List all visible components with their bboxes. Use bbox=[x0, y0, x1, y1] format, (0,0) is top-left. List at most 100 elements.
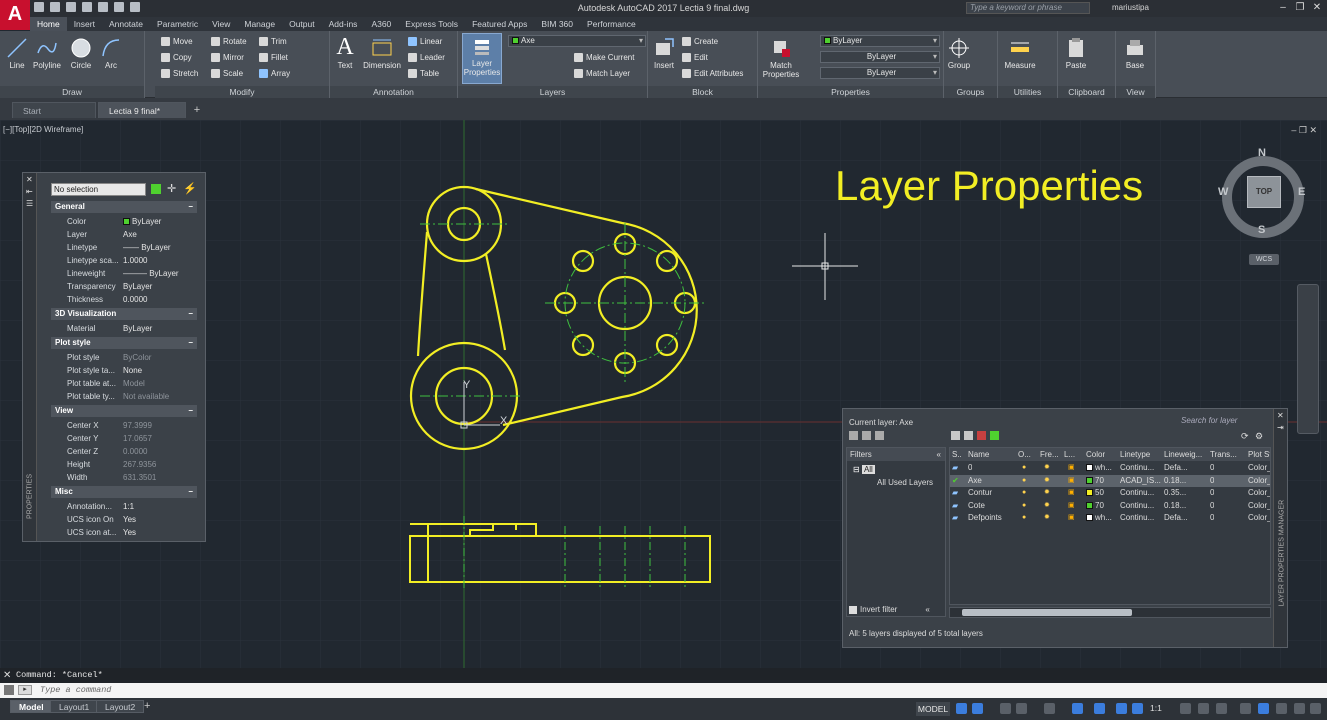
text-tool[interactable]: A Text bbox=[332, 35, 358, 70]
layer-search-input[interactable]: Search for layer bbox=[1181, 415, 1269, 427]
paste-tool[interactable]: Paste bbox=[1062, 37, 1090, 70]
layer-combo[interactable]: Axe bbox=[508, 35, 646, 47]
tab-a360[interactable]: A360 bbox=[364, 17, 398, 31]
layer-thaw-icon[interactable]: ✹ bbox=[1044, 500, 1050, 513]
utilities-panel-title[interactable]: Utilities bbox=[998, 86, 1057, 98]
table-tool[interactable]: Table bbox=[408, 68, 439, 80]
layer-unlock-icon[interactable]: ▣ bbox=[1068, 500, 1075, 513]
column-header[interactable]: S.. bbox=[952, 448, 962, 461]
clipboard-panel-title[interactable]: Clipboard bbox=[1058, 86, 1115, 98]
layer-on-icon[interactable]: ● bbox=[1022, 500, 1026, 513]
drawing-canvas[interactable]: Y X [−][Top][2D Wireframe] – ❐ ✕ Layer P… bbox=[0, 120, 1327, 668]
polar-icon[interactable] bbox=[1016, 703, 1027, 714]
palette-autohide-icon[interactable]: ⇤ bbox=[26, 187, 33, 196]
column-header[interactable]: Plot St bbox=[1248, 448, 1270, 461]
properties-panel-title[interactable]: Properties bbox=[758, 86, 943, 98]
layer-color[interactable]: wh... bbox=[1086, 512, 1112, 525]
tab-parametric[interactable]: Parametric bbox=[150, 17, 205, 31]
groups-panel-title[interactable]: Groups bbox=[944, 86, 997, 98]
minimize-icon[interactable]: – bbox=[1277, 2, 1289, 14]
object-snap-tracking-icon[interactable] bbox=[1072, 703, 1083, 714]
arc-tool[interactable]: Arc bbox=[98, 37, 124, 70]
property-row[interactable]: Height 267.9356 bbox=[51, 458, 197, 471]
column-header[interactable]: Color bbox=[1086, 448, 1105, 461]
column-header[interactable]: Lineweig... bbox=[1164, 448, 1202, 461]
linear-tool[interactable]: Linear bbox=[408, 36, 442, 48]
settings-icon[interactable]: ⚙ bbox=[1255, 431, 1263, 442]
viewport-controls-label[interactable]: [−][Top][2D Wireframe] bbox=[3, 125, 83, 134]
scrollbar-thumb[interactable] bbox=[962, 609, 1132, 616]
property-row[interactable]: Annotation... 1:1 bbox=[51, 500, 197, 513]
layer-row[interactable]: ▰ ● ✹ ▣ 0 wh... Continu... Defa... 0 Color_ bbox=[950, 462, 1270, 475]
measure-tool[interactable]: Measure bbox=[1002, 37, 1038, 70]
new-tab-icon[interactable]: + bbox=[190, 104, 204, 116]
leader-tool[interactable]: Leader bbox=[408, 52, 445, 64]
tab-manage[interactable]: Manage bbox=[237, 17, 282, 31]
circle-tool[interactable]: Circle bbox=[66, 37, 96, 70]
annotation-visibility-icon[interactable] bbox=[1116, 703, 1127, 714]
move-tool[interactable]: Move bbox=[161, 36, 193, 48]
close-icon[interactable]: ✕ bbox=[1311, 2, 1323, 14]
auto-scale-icon[interactable] bbox=[1132, 703, 1143, 714]
annotation-scale[interactable]: 1:1 bbox=[1150, 703, 1162, 713]
layer-on-icon[interactable]: ● bbox=[1022, 475, 1026, 488]
property-row[interactable]: Linetype —— ByLayer bbox=[51, 241, 197, 254]
undo-icon[interactable] bbox=[114, 2, 124, 12]
model-space-button[interactable]: MODEL bbox=[916, 702, 950, 716]
draw-panel-title[interactable]: Draw bbox=[0, 86, 144, 98]
layer-name[interactable]: Axe bbox=[968, 475, 982, 488]
layer-row[interactable]: ▰ ● ✹ ▣ Cote 70 Continu... 0.18... 0 Color_ bbox=[950, 500, 1270, 513]
match-properties-tool[interactable]: Match Properties bbox=[760, 37, 802, 79]
palette-close-icon[interactable]: ✕ bbox=[26, 175, 33, 184]
layer-trans[interactable]: 0 bbox=[1210, 462, 1214, 475]
tab-insert[interactable]: Insert bbox=[67, 17, 102, 31]
lineweight-combo[interactable]: ByLayer bbox=[820, 67, 940, 79]
layer-unlock-icon[interactable]: ▣ bbox=[1068, 487, 1075, 500]
navigation-bar[interactable] bbox=[1297, 284, 1319, 434]
layers-panel-title[interactable]: Layers bbox=[458, 86, 647, 98]
layer-trans[interactable]: 0 bbox=[1210, 512, 1214, 525]
delete-layer-icon[interactable] bbox=[977, 431, 986, 440]
layer-color[interactable]: wh... bbox=[1086, 462, 1112, 475]
help-search-input[interactable]: Type a keyword or phrase bbox=[966, 2, 1090, 14]
layer-plot[interactable]: Color_ bbox=[1248, 500, 1270, 513]
property-row[interactable]: Center Z 0.0000 bbox=[51, 445, 197, 458]
layer-row[interactable]: ▰ ● ✹ ▣ Contur 50 Continu... 0.35... 0 Color_ bbox=[950, 487, 1270, 500]
tab-bim-360[interactable]: BIM 360 bbox=[534, 17, 580, 31]
property-row[interactable]: Layer Axe bbox=[51, 228, 197, 241]
collapse-filters-icon[interactable]: « bbox=[937, 448, 941, 461]
layer-name[interactable]: Defpoints bbox=[968, 512, 1002, 525]
property-row[interactable]: Color ByLayer bbox=[51, 215, 197, 228]
layer-unlock-icon[interactable]: ▣ bbox=[1068, 475, 1075, 488]
isolate-objects-icon[interactable] bbox=[1258, 703, 1269, 714]
make-current-tool[interactable]: Make Current bbox=[574, 52, 634, 64]
new-icon[interactable] bbox=[34, 2, 44, 12]
view-panel-title[interactable]: View bbox=[1116, 86, 1155, 98]
property-row[interactable]: Plot style ByColor bbox=[51, 351, 197, 364]
layer-lineweight[interactable]: Defa... bbox=[1164, 512, 1188, 525]
property-row[interactable]: Width 631.3501 bbox=[51, 471, 197, 484]
layer-linetype[interactable]: Continu... bbox=[1120, 487, 1154, 500]
command-close-icon[interactable]: ✕ bbox=[3, 668, 11, 683]
property-row[interactable]: Linetype sca... 1.0000 bbox=[51, 254, 197, 267]
layer-lineweight[interactable]: 0.18... bbox=[1164, 475, 1186, 488]
property-row[interactable]: Plot table ty... Not available bbox=[51, 390, 197, 403]
new-group-filter-icon[interactable] bbox=[862, 431, 871, 440]
command-input[interactable]: Type a command bbox=[0, 683, 1327, 698]
new-property-filter-icon[interactable] bbox=[849, 431, 858, 440]
section-misc[interactable]: Misc bbox=[51, 486, 197, 498]
layer-plot[interactable]: Color_ bbox=[1248, 462, 1270, 475]
layer-color[interactable]: 70 bbox=[1086, 475, 1104, 488]
layer-color[interactable]: 70 bbox=[1086, 500, 1104, 513]
restore-icon[interactable]: ❐ bbox=[1294, 2, 1306, 14]
layer-row[interactable]: ✔ ● ✹ ▣ Axe 70 ACAD_IS... 0.18... 0 Color_ bbox=[950, 474, 1270, 488]
layer-manager-close-icon[interactable]: ✕ bbox=[1277, 411, 1284, 420]
layer-manager-strip[interactable]: ✕ ⇥ LAYER PROPERTIES MANAGER bbox=[1273, 409, 1287, 647]
tab-output[interactable]: Output bbox=[282, 17, 322, 31]
edit-block-tool[interactable]: Edit bbox=[682, 52, 708, 64]
application-menu-button[interactable]: A bbox=[0, 0, 30, 30]
column-header[interactable]: Trans... bbox=[1210, 448, 1237, 461]
layer-on-icon[interactable]: ● bbox=[1022, 512, 1026, 525]
hardware-acceleration-icon[interactable] bbox=[1276, 703, 1287, 714]
tab-express-tools[interactable]: Express Tools bbox=[398, 17, 465, 31]
